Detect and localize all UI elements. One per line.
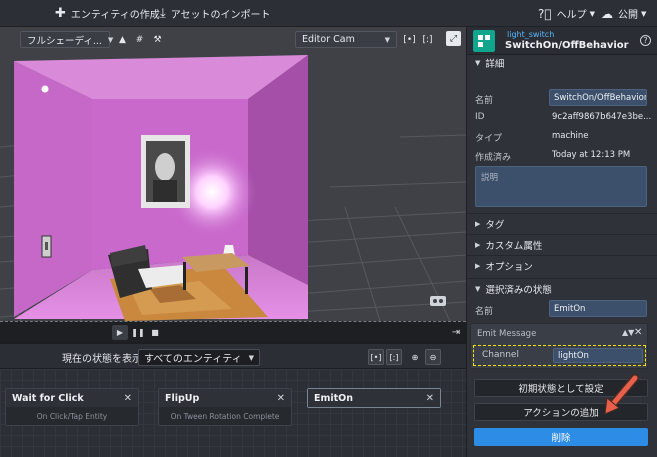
top-toolbar: ✚ エンティティの作成 ⤓ アセットのインポート ?⃝ ヘルプ ▼ ☁ 公開 ▼	[0, 0, 657, 27]
action-title: Emit Message	[477, 329, 537, 339]
type-label: タイプ	[475, 134, 503, 144]
type-value: machine	[552, 131, 589, 141]
question-circle-icon: ?⃝	[538, 6, 552, 21]
entity-inspector-panel: light_switch SwitchOn/OffBehavior ? ▼ 詳細…	[466, 27, 657, 457]
close-icon[interactable]: ✕	[634, 327, 642, 338]
fullscreen-icon[interactable]: ⤢	[446, 31, 461, 46]
plus-icon: ✚	[55, 6, 66, 21]
tags-section-header[interactable]: ▶ タグ	[467, 215, 657, 233]
options-section-header[interactable]: ▶ オプション	[467, 257, 657, 275]
shading-mode-select[interactable]: フルシェーディ... ▼	[20, 31, 114, 48]
name-label: 名前	[475, 96, 494, 106]
state-name-label: 名前	[475, 307, 494, 317]
create-entity-button[interactable]: ✚ エンティティの作成	[55, 0, 160, 27]
editor-app: ✚ エンティティの作成 ⤓ アセットのインポート ?⃝ ヘルプ ▼ ☁ 公開 ▼	[0, 0, 657, 457]
caret-right-icon: ▶	[475, 220, 481, 228]
zoom-out-icon[interactable]: ⊖	[425, 349, 441, 365]
current-state-label: 現在の状態を表示	[62, 353, 142, 365]
wand-icon[interactable]: ⚒	[150, 32, 165, 47]
caret-down-icon: ▼	[475, 59, 481, 67]
entity-title: SwitchOn/OffBehavior	[505, 40, 629, 51]
camera-select[interactable]: Editor Cam ▼	[295, 31, 397, 48]
description-field[interactable]: 説明	[475, 166, 647, 207]
state-name-field[interactable]: EmitOn	[549, 300, 647, 317]
cloud-upload-icon: ☁	[601, 6, 613, 21]
state-machine-icon	[473, 30, 495, 52]
caret-right-icon: ▶	[475, 241, 481, 249]
id-label: ID	[475, 112, 485, 122]
state-node[interactable]: FlipUp ✕ On Tween Rotation Complete	[158, 388, 292, 426]
caret-down-icon: ▼	[589, 9, 595, 18]
frame-all-icon[interactable]: [:]	[386, 349, 402, 365]
zoom-in-icon[interactable]: ⊕	[407, 349, 423, 365]
close-icon[interactable]: ✕	[277, 393, 285, 404]
custom-attributes-section-header[interactable]: ▶ カスタム属性	[467, 236, 657, 254]
channel-label: Channel	[482, 350, 519, 360]
playback-controls: ▶ ❚❚ ■ ⇥	[0, 321, 466, 343]
caret-down-icon: ▼	[475, 285, 481, 293]
scene-render	[0, 55, 466, 321]
set-initial-state-button[interactable]: 初期状態として設定	[474, 379, 648, 397]
selected-state-section-header[interactable]: ▼ 選択済みの状態	[467, 280, 657, 298]
caret-down-icon: ▼	[641, 9, 647, 18]
mountain-view-icon[interactable]: ▲	[115, 32, 130, 47]
caret-down-icon: ▼	[248, 353, 254, 362]
pause-button[interactable]: ❚❚	[130, 325, 146, 340]
state-node-selected[interactable]: EmitOn ✕	[307, 388, 441, 408]
frame-selection-icon[interactable]: [•]	[402, 32, 417, 47]
state-node-event[interactable]: On Tween Rotation Complete	[159, 407, 291, 425]
entity-subtitle: light_switch	[507, 30, 555, 39]
frame-all-icon[interactable]: [:]	[420, 32, 435, 47]
grid-icon[interactable]: #	[132, 32, 147, 47]
close-icon[interactable]: ✕	[426, 393, 434, 404]
state-node-title: EmitOn	[314, 392, 354, 404]
ceiling-light-marker	[41, 85, 49, 93]
state-view-bar: 現在の状態を表示 すべてのエンティティ ▼ [•] [:] ⊕ ⊖	[0, 343, 466, 369]
reorder-icon[interactable]: ▲▼	[622, 328, 634, 337]
created-label: 作成済み	[475, 153, 512, 163]
play-icon: ▶	[116, 328, 124, 337]
entity-filter-select[interactable]: すべてのエンティティ ▼	[138, 349, 260, 366]
help-menu-button[interactable]: ?⃝ ヘルプ ▼	[538, 0, 595, 27]
caret-right-icon: ▶	[475, 262, 481, 270]
play-button[interactable]: ▶	[112, 325, 128, 340]
channel-field[interactable]: lightOn	[553, 348, 643, 363]
help-icon[interactable]: ?	[640, 35, 651, 46]
created-value: Today at 12:13 PM	[552, 150, 631, 160]
details-section-header[interactable]: ▼ 詳細	[467, 54, 657, 72]
state-node[interactable]: Wait for Click ✕ On Click/Tap Entity	[5, 388, 139, 426]
caret-down-icon: ▼	[107, 35, 114, 44]
scene-viewport[interactable]: フルシェーディ... ▼ ▲ # ⚒ Editor Cam ▼ [•] [:] …	[0, 27, 466, 321]
caret-down-icon: ▼	[384, 35, 390, 44]
pause-icon: ❚❚	[131, 328, 145, 337]
delete-button[interactable]: 削除	[474, 428, 648, 446]
state-node-event[interactable]: On Click/Tap Entity	[6, 407, 138, 425]
stop-icon: ■	[151, 328, 159, 337]
vr-headset-icon[interactable]	[430, 296, 446, 306]
id-value: 9c2aff9867b647e3be...	[552, 112, 652, 122]
import-asset-button[interactable]: ⤓ アセットのインポート	[160, 0, 271, 27]
close-icon[interactable]: ✕	[124, 393, 132, 404]
name-field[interactable]: SwitchOn/OffBehavior	[549, 89, 647, 106]
download-icon: ⤓	[160, 6, 166, 21]
state-machine-graph[interactable]: Wait for Click ✕ On Click/Tap Entity Fli…	[0, 369, 466, 457]
frame-selection-icon[interactable]: [•]	[368, 349, 384, 365]
state-node-title: Wait for Click	[12, 392, 84, 404]
channel-row-highlight: Channel lightOn	[473, 345, 646, 366]
stop-button[interactable]: ■	[147, 325, 163, 340]
exit-icon[interactable]: ⇥	[448, 325, 464, 340]
add-action-button[interactable]: アクションの追加	[474, 403, 648, 421]
inspector-header: light_switch SwitchOn/OffBehavior ?	[467, 27, 657, 55]
publish-menu-button[interactable]: ☁ 公開 ▼	[601, 0, 646, 27]
state-node-title: FlipUp	[165, 392, 200, 404]
emit-message-action: Emit Message ▲▼ ✕ Channel lightOn	[470, 323, 648, 369]
